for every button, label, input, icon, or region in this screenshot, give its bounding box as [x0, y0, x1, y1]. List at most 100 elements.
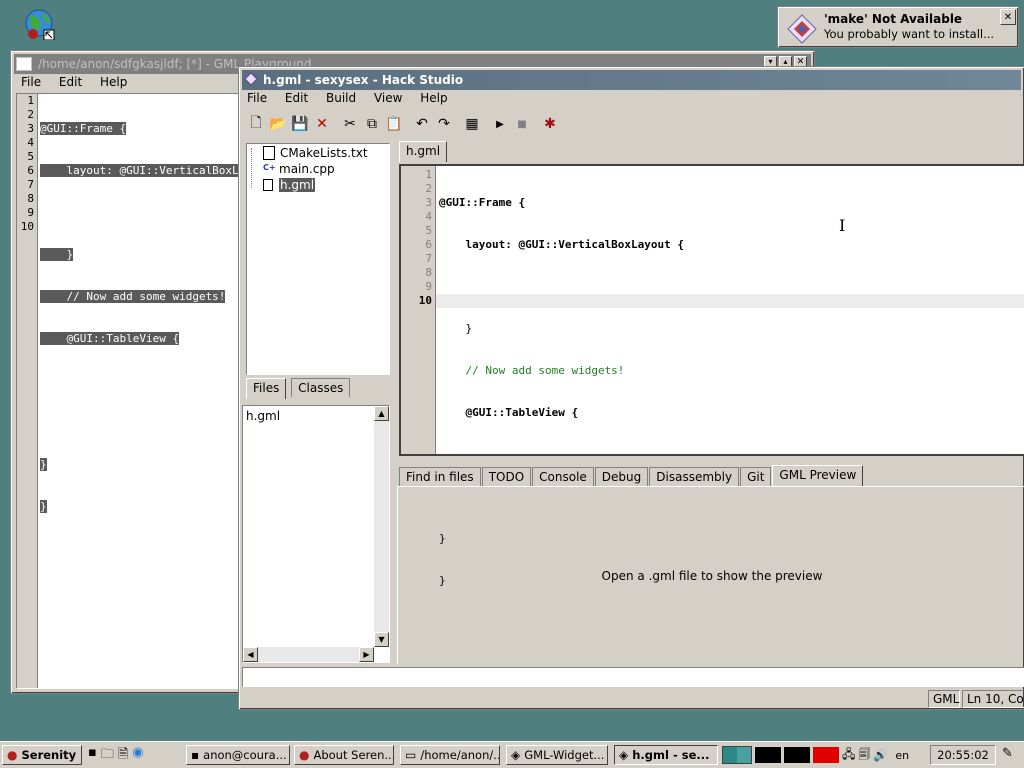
vertical-scrollbar[interactable]: ▲ ▼: [374, 406, 389, 647]
hack-studio-icon: [244, 71, 258, 89]
horizontal-scrollbar[interactable]: ◀ ▶: [243, 647, 374, 662]
cpp-file-icon: C+: [263, 163, 276, 172]
clipboard-icon[interactable]: 🗐: [858, 745, 870, 766]
tab-console[interactable]: Console: [532, 467, 594, 486]
task-hack-studio[interactable]: ◈ h.gml - se...: [614, 745, 718, 765]
copy-icon[interactable]: ⧉: [361, 113, 383, 135]
editor-tab-h-gml[interactable]: h.gml: [399, 141, 448, 162]
window-icon: ▭: [405, 748, 417, 762]
new-file-icon[interactable]: 🗋: [245, 113, 267, 135]
start-button[interactable]: ● Serenity: [2, 745, 82, 765]
task-terminal[interactable]: ▪ anon@coura...: [186, 745, 290, 765]
scroll-right-arrow[interactable]: ▶: [359, 647, 374, 662]
open-files-list: h.gml ▲ ▼ ◀ ▶: [242, 405, 390, 663]
text-editor-icon[interactable]: 🗎: [118, 745, 128, 767]
line-number: 5: [425, 224, 432, 237]
playground-menu-edit[interactable]: Edit: [59, 75, 82, 89]
network-graph-icon: [813, 747, 839, 763]
editor-tabs: h.gml: [399, 141, 448, 162]
cpu-graph-icon: [755, 747, 781, 763]
line-number: 2: [425, 182, 432, 195]
tab-classes[interactable]: Classes: [291, 378, 351, 397]
line-number: 7: [27, 178, 34, 191]
build-tool-icon: [787, 14, 817, 44]
tab-files[interactable]: Files: [246, 378, 287, 399]
hs-toolbar: 🗋 📂 💾 ✕ ✂ ⧉ 📋 ↶ ↷ ▦ ▶ ■ ✱: [245, 112, 561, 136]
notification-close-button[interactable]: ✕: [1000, 9, 1016, 25]
line-number: 3: [425, 196, 432, 209]
open-folder-icon[interactable]: 📂: [267, 113, 289, 135]
text-cursor-icon: I: [839, 216, 846, 235]
paste-icon[interactable]: 📋: [383, 113, 405, 135]
file-item-main-cpp[interactable]: C+ main.cpp: [263, 162, 335, 176]
command-input[interactable]: [242, 667, 1024, 687]
undo-icon[interactable]: ↶: [411, 113, 433, 135]
gml-file-icon: [263, 179, 273, 191]
stop-icon[interactable]: ■: [511, 113, 533, 135]
scroll-left-arrow[interactable]: ◀: [243, 647, 258, 662]
scroll-down-arrow[interactable]: ▼: [374, 632, 389, 647]
line-number: 6: [425, 238, 432, 251]
desktop-icon-browser[interactable]: [24, 8, 56, 41]
hs-menu-edit[interactable]: Edit: [285, 91, 308, 105]
hs-menu-build[interactable]: Build: [326, 91, 356, 105]
playground-window-icon: [16, 57, 32, 71]
debug-bug-icon[interactable]: ✱: [539, 113, 561, 135]
side-tabs: Files Classes: [246, 378, 351, 399]
tab-find-in-files[interactable]: Find in files: [399, 467, 481, 486]
build-icon[interactable]: ▦: [461, 113, 483, 135]
task-file-manager[interactable]: ▭/home/anon/...: [400, 745, 500, 765]
status-position: Ln 10, Col: [962, 690, 1024, 708]
task-gml-widget[interactable]: ◈ GML-Widget...: [506, 745, 608, 765]
keyboard-layout[interactable]: en: [895, 749, 909, 762]
hs-menu-view[interactable]: View: [374, 91, 402, 105]
memory-graph-icon: [784, 747, 810, 763]
globe-icon: [25, 9, 55, 41]
line-number: 3: [27, 122, 34, 135]
task-about[interactable]: ● About Seren...: [294, 745, 394, 765]
scroll-up-arrow[interactable]: ▲: [374, 406, 389, 421]
volume-icon[interactable]: 🔊: [873, 748, 888, 762]
save-icon[interactable]: 💾: [289, 113, 311, 135]
status-bar: GML Ln 10, Col: [242, 690, 1024, 708]
line-number: 2: [27, 108, 34, 121]
delete-icon[interactable]: ✕: [311, 113, 333, 135]
cut-icon[interactable]: ✂: [339, 113, 361, 135]
notes-icon[interactable]: ✎: [1002, 746, 1013, 761]
hack-studio-icon: ◈: [619, 748, 629, 762]
open-file-item[interactable]: h.gml: [246, 409, 280, 423]
tab-todo[interactable]: TODO: [481, 467, 532, 486]
tab-gml-preview[interactable]: GML Preview: [772, 465, 864, 486]
file-item-h-gml[interactable]: h.gml: [263, 178, 316, 192]
run-icon[interactable]: ▶: [489, 113, 511, 135]
browser-icon[interactable]: ◉: [132, 745, 143, 767]
terminal-icon[interactable]: ▪: [88, 745, 97, 767]
playground-menu-file[interactable]: File: [21, 75, 41, 89]
workspace-switcher-icon[interactable]: [722, 746, 752, 764]
tab-disassembly[interactable]: Disassembly: [649, 467, 740, 486]
line-number: 4: [425, 210, 432, 223]
playground-editor[interactable]: 1 2 3 4 5 6 7 8 9 10 @GUI::Frame { layout: @GUI::…: [16, 93, 286, 689]
ladybug-icon: ●: [299, 748, 310, 762]
gml-icon: ◈: [511, 748, 521, 762]
bottom-tabs: Find in files TODO Console Debug Disasse…: [399, 465, 864, 486]
playground-gutter: 1 2 3 4 5 6 7 8 9 10: [17, 94, 38, 688]
file-manager-icon[interactable]: 🗀: [101, 745, 114, 767]
tab-debug[interactable]: Debug: [594, 467, 649, 486]
hs-menu-file[interactable]: File: [247, 91, 267, 105]
line-number: 6: [27, 164, 34, 177]
notification-title: 'make' Not Available: [824, 12, 963, 26]
redo-icon[interactable]: ↷: [433, 113, 455, 135]
notification-window: 'make' Not Available You probably want t…: [777, 6, 1019, 48]
clock[interactable]: 20:55:02: [930, 745, 996, 765]
tab-git[interactable]: Git: [740, 467, 772, 486]
editor-gutter: 1 2 3 4 5 6 7 8 9 10: [401, 166, 436, 454]
file-item-cmakelists[interactable]: CMakeLists.txt: [263, 146, 368, 160]
network-icon[interactable]: 🖧: [842, 745, 855, 766]
hack-studio-window: h.gml - sexysex - Hack Studio File Edit …: [238, 66, 1024, 710]
line-number: 7: [425, 252, 432, 265]
hs-menu-help[interactable]: Help: [420, 91, 447, 105]
line-number: 5: [27, 150, 34, 163]
playground-menu-help[interactable]: Help: [100, 75, 127, 89]
code-editor[interactable]: 1 2 3 4 5 6 7 8 9 10 @GUI::Frame { layout: @GUI::…: [399, 164, 1024, 587]
